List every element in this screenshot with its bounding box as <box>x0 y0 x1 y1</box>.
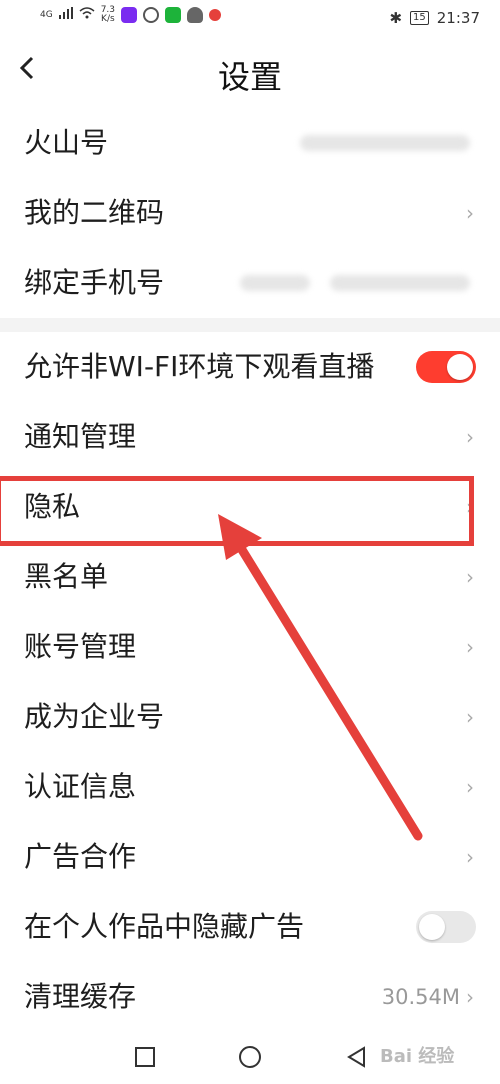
back-triangle-icon[interactable] <box>342 1042 372 1072</box>
baidu-watermark: Bai 经验 <box>380 1046 455 1067</box>
annotation-arrow <box>218 514 423 841</box>
square-icon[interactable] <box>130 1042 160 1072</box>
system-nav-bar: Bai 经验 <box>0 1030 500 1084</box>
home-circle-icon[interactable] <box>235 1042 265 1072</box>
